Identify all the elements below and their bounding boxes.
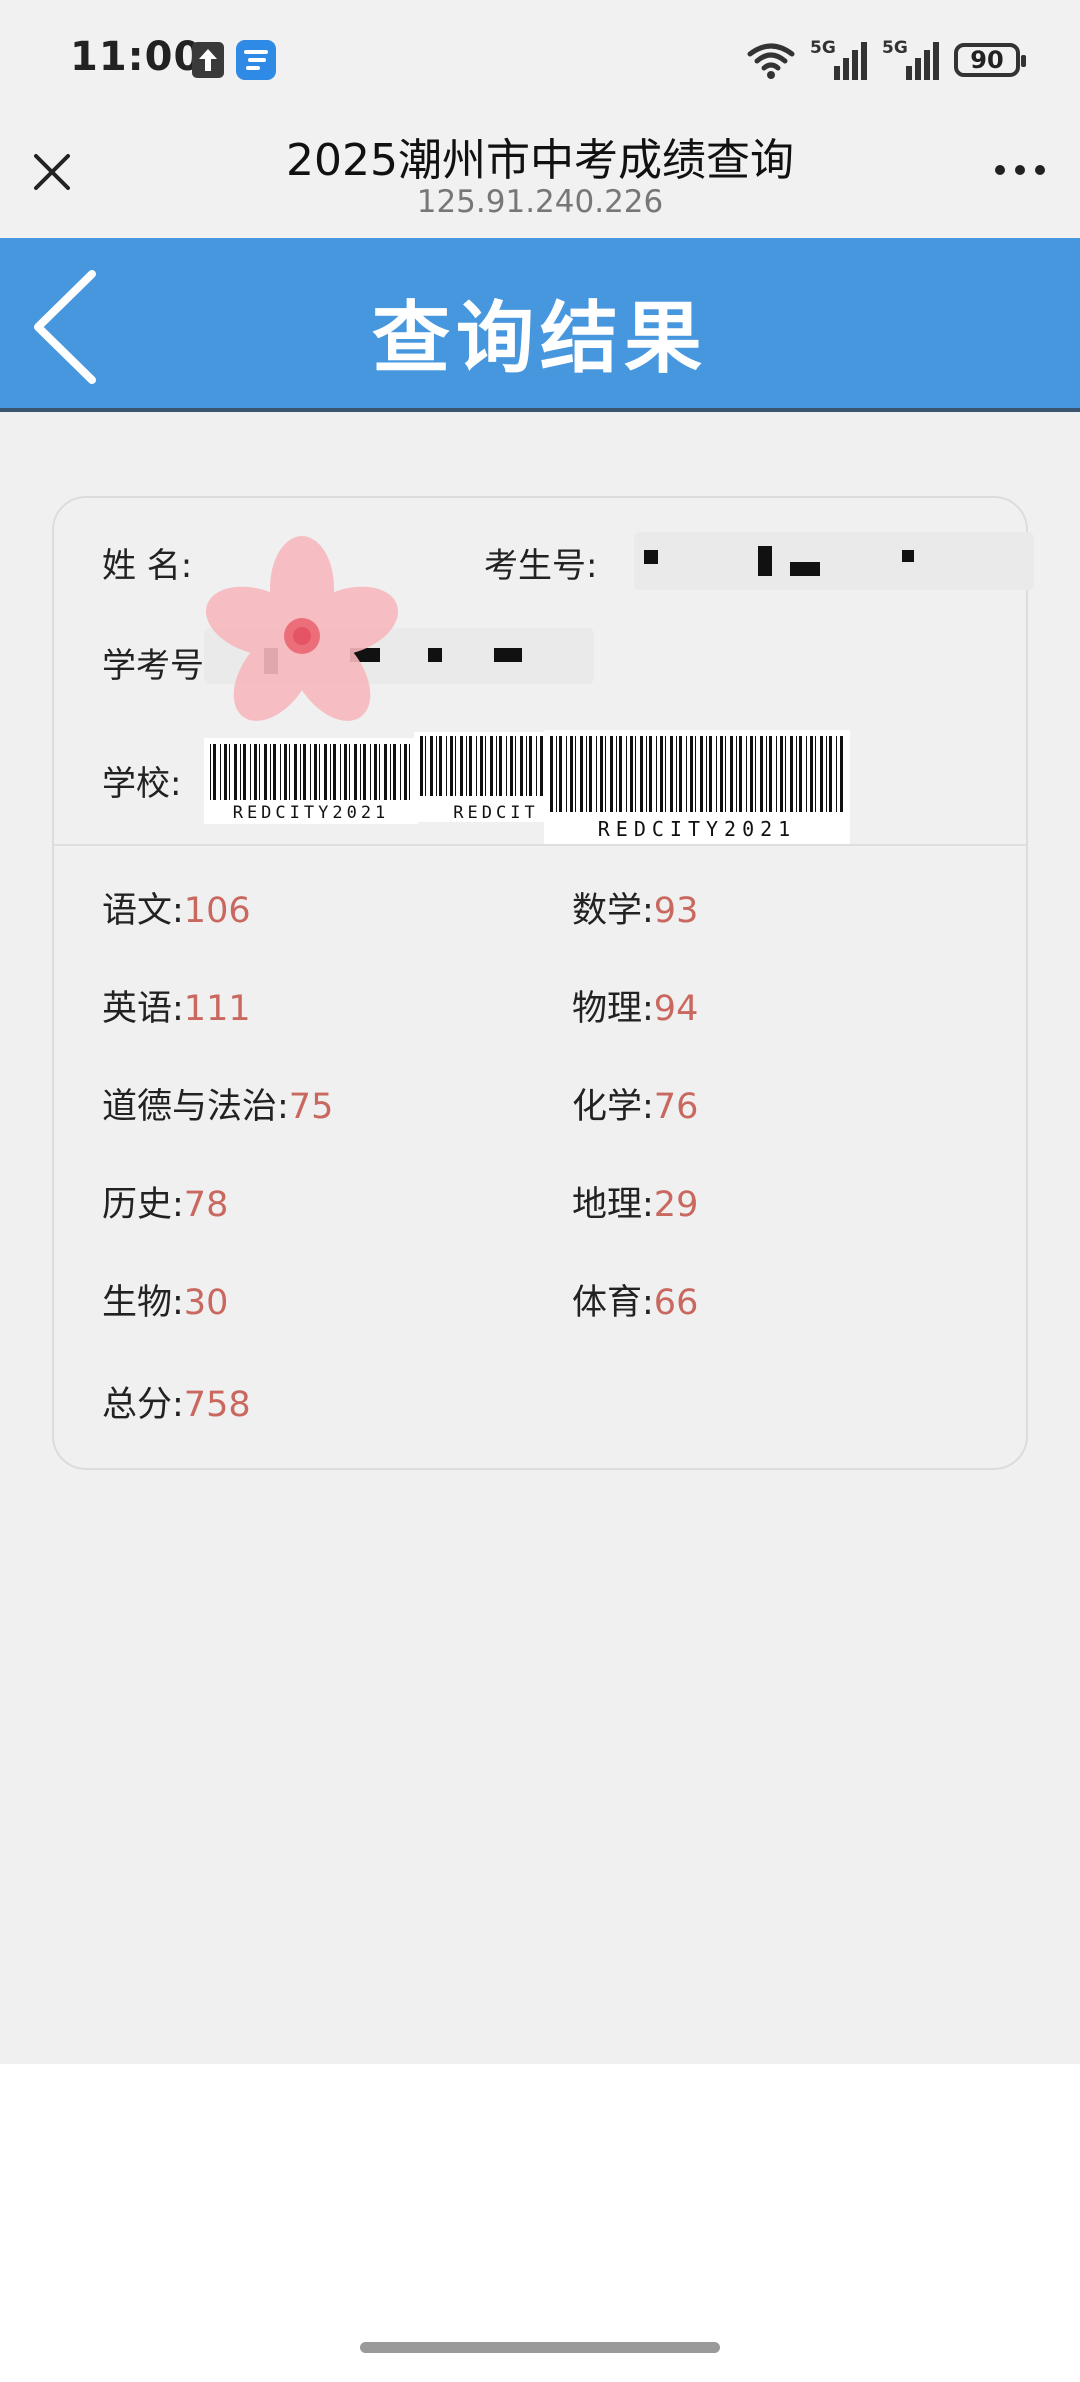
flower-sticker	[205, 536, 399, 721]
status-indicators: 5G 5G 90	[746, 38, 1026, 82]
score-row: 语文:106	[102, 882, 251, 933]
barcode-text: REDCITY2021	[598, 817, 796, 841]
total-score-row: 总分:758	[102, 1376, 251, 1427]
score-row: 物理:94	[572, 980, 698, 1031]
home-indicator[interactable]	[360, 2342, 720, 2353]
result-header-bar: 查询结果	[0, 238, 1080, 412]
barcode-text: REDCIT	[453, 803, 538, 823]
exam-number-label: 考生号:	[484, 546, 598, 586]
subject-label: 化学:	[572, 1087, 654, 1127]
score-row: 地理:29	[572, 1176, 698, 1227]
card-divider	[54, 844, 1026, 846]
content-area: 姓 名: 考生号: 学考号: 学校: REDCITY2021 REDCIT RE…	[0, 412, 1080, 2064]
score-row: 历史:78	[102, 1176, 228, 1227]
subject-score: 93	[653, 891, 699, 931]
subject-score: 66	[653, 1283, 699, 1323]
battery-level: 90	[970, 46, 1004, 74]
result-title: 查询结果	[371, 294, 708, 384]
score-row: 体育:66	[572, 1274, 698, 1325]
subject-score: 30	[183, 1283, 229, 1323]
subject-score: 75	[288, 1087, 334, 1127]
barcode-text: REDCITY2021	[233, 803, 390, 823]
subject-score: 94	[653, 989, 699, 1029]
subject-score: 76	[653, 1087, 699, 1127]
score-row: 数学:93	[572, 882, 698, 933]
score-row: 生物:30	[102, 1274, 228, 1325]
school-label: 学校:	[102, 764, 182, 804]
subject-score: 78	[183, 1185, 229, 1225]
student-number-label: 学考号:	[102, 646, 216, 686]
page-title: 2025潮州市中考成绩查询	[286, 135, 794, 186]
status-time: 11:00	[70, 34, 203, 80]
subject-label: 数学:	[572, 891, 654, 931]
battery-icon: 90	[954, 43, 1026, 77]
wifi-icon	[747, 43, 795, 79]
subject-label: 道德与法治:	[102, 1087, 289, 1127]
subject-label: 地理:	[572, 1185, 654, 1225]
name-label: 姓 名:	[102, 546, 193, 586]
bottom-area	[0, 2064, 1080, 2382]
upload-icon	[192, 42, 224, 78]
signal-icon: 5G	[810, 38, 868, 82]
subject-label: 物理:	[572, 989, 654, 1029]
more-icon[interactable]	[992, 160, 1048, 180]
subject-score: 106	[183, 891, 251, 931]
signal-icon: 5G	[882, 38, 940, 82]
subject-label: 语文:	[102, 891, 184, 931]
barcode-sticker: REDCITY2021 REDCIT REDCITY2021	[204, 730, 850, 846]
app-badge-icon	[236, 40, 276, 80]
subject-score: 111	[183, 989, 251, 1029]
page-url: 125.91.240.226	[416, 184, 664, 220]
browser-header: 2025潮州市中考成绩查询 125.91.240.226	[0, 120, 1080, 238]
score-row: 化学:76	[572, 1078, 698, 1129]
total-score: 758	[183, 1385, 251, 1425]
score-row: 英语:111	[102, 980, 251, 1031]
subject-label: 英语:	[102, 989, 184, 1029]
score-row: 道德与法治:75	[102, 1078, 333, 1129]
subject-score: 29	[653, 1185, 699, 1225]
status-bar: 11:00 5G 5G 90	[0, 0, 1080, 120]
total-label: 总分:	[102, 1385, 184, 1425]
result-card: 姓 名: 考生号: 学考号: 学校: REDCITY2021 REDCIT RE…	[52, 496, 1034, 1470]
subject-label: 历史:	[102, 1185, 184, 1225]
subject-label: 生物:	[102, 1283, 184, 1323]
subject-label: 体育:	[572, 1283, 654, 1323]
exam-number-redacted	[634, 532, 1034, 590]
